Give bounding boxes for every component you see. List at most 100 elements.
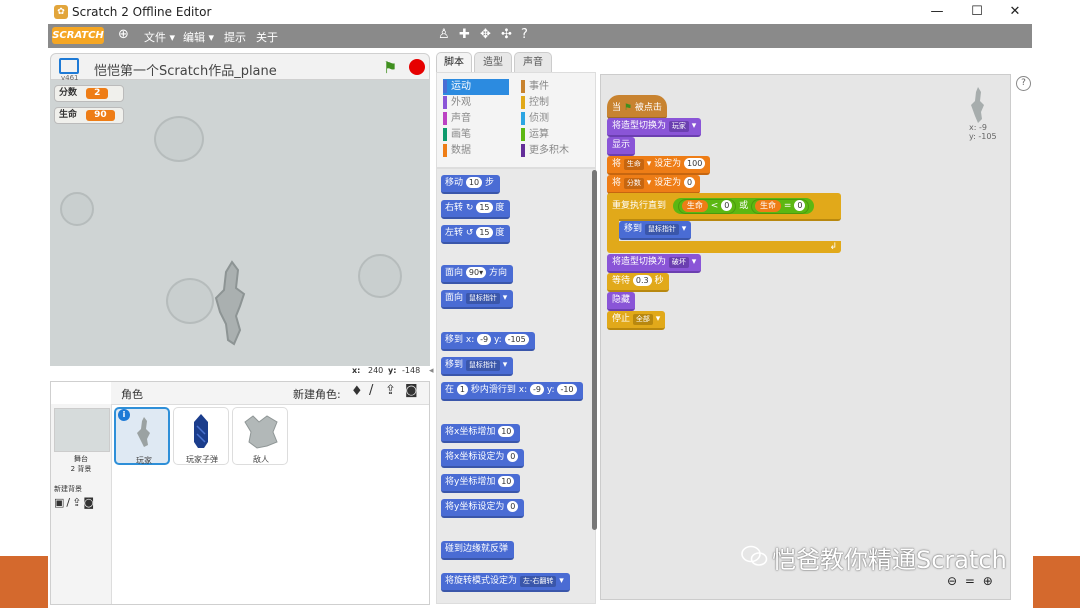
menu-edit[interactable]: 编辑 ▾ — [183, 29, 214, 45]
duplicate-icon[interactable]: ♙ — [438, 27, 450, 42]
coord-y-value: -148 — [402, 366, 421, 375]
close-button[interactable]: ✕ — [996, 0, 1034, 24]
sprite-pane: 角色 新建角色: ♦ / ⇪ ◙ 舞台 2 背景 新建背景 ▣/⇪◙ i 玩家 … — [50, 381, 430, 605]
palette-scrollbar[interactable] — [592, 170, 597, 530]
block-palette: 移动 10 步 右转 ↻ 15 度 左转 ↺ 15 度 面向 90▾ 方向 面向… — [436, 168, 596, 604]
stage-thumbnail[interactable] — [54, 408, 110, 452]
delete-icon[interactable]: ✚ — [459, 27, 470, 42]
block-categories: 运动 外观 声音 画笔 数据 事件 控制 侦测 运算 更多积木 — [436, 72, 596, 168]
category-operators[interactable]: 运算 — [521, 127, 569, 143]
block-when-flag-clicked[interactable]: 当 ⚑ 被点击 — [607, 95, 667, 119]
scratch-logo[interactable]: SCRATCH — [52, 27, 104, 44]
block-turn-right[interactable]: 右转 ↻ 15 度 — [441, 200, 511, 219]
tab-sounds[interactable]: 声音 — [514, 52, 552, 73]
menu-about[interactable]: 关于 — [256, 29, 278, 45]
help-question-icon[interactable]: ? — [1016, 76, 1031, 91]
paint-sprite-icon[interactable]: / — [369, 383, 373, 398]
asteroid — [166, 278, 214, 324]
player-sprite[interactable] — [210, 258, 254, 348]
fullscreen-icon[interactable] — [59, 58, 79, 74]
tab-costumes[interactable]: 造型 — [474, 52, 512, 73]
category-pen[interactable]: 画笔 — [443, 127, 509, 143]
or-condition: 生命 < 0 或 生命 = 0 — [672, 198, 815, 214]
category-motion[interactable]: 运动 — [443, 79, 509, 95]
block-bounce[interactable]: 碰到边缘就反弹 — [441, 541, 515, 560]
project-title[interactable]: 恺恺第一个Scratch作品_plane — [94, 60, 277, 79]
block-show[interactable]: 显示 — [607, 137, 636, 156]
stop-icon[interactable] — [409, 59, 425, 75]
block-stop[interactable]: 停止 全部 ▾ — [607, 311, 666, 330]
upload-sprite-icon[interactable]: ⇪ — [385, 383, 396, 398]
shrink-icon[interactable]: ✣ — [501, 27, 512, 42]
block-hide[interactable]: 隐藏 — [607, 292, 636, 311]
green-flag-icon[interactable]: ⚑ — [383, 58, 397, 77]
help-icon[interactable]: ? — [521, 27, 528, 42]
sprite-thumb-player[interactable]: i 玩家 — [114, 407, 170, 465]
stage-label: 舞台 — [74, 455, 88, 463]
script-area[interactable]: 当 ⚑ 被点击 将造型切换为 玩家 ▾ 显示 将 生命 ▾ 设定为 100 将 … — [600, 74, 1011, 600]
rotate-left-icon: ↺ — [465, 228, 474, 238]
block-switch-costume-2[interactable]: 将造型切换为 破坏 ▾ — [607, 254, 702, 273]
menu-tips[interactable]: 提示 — [224, 29, 246, 45]
script-scrollbar[interactable] — [1013, 74, 1031, 600]
tab-scripts[interactable]: 脚本 — [436, 52, 472, 73]
repeat-until-block[interactable]: 重复执行直到 生命 < 0 或 生命 = 0 移到 鼠标指针 ▾ ↲ — [607, 193, 841, 253]
equals-condition: 生命 = 0 — [751, 199, 810, 214]
block-set-life[interactable]: 将 生命 ▾ 设定为 100 — [607, 156, 711, 175]
block-wait[interactable]: 等待 0.3 秒 — [607, 273, 669, 292]
block-point-direction[interactable]: 面向 90▾ 方向 — [441, 265, 513, 284]
block-goto[interactable]: 移到 鼠标指针 ▾ — [441, 357, 514, 376]
block-set-x[interactable]: 将x坐标设定为 0 — [441, 449, 525, 468]
category-events[interactable]: 事件 — [521, 79, 569, 95]
block-change-y[interactable]: 将y坐标增加 10 — [441, 474, 521, 493]
block-glide[interactable]: 在 1 秒内滑行到 x: -9 y: -10 — [441, 382, 583, 401]
category-more-blocks[interactable]: 更多积木 — [521, 143, 569, 159]
category-column-right: 事件 控制 侦测 运算 更多积木 — [521, 79, 569, 159]
category-sensing[interactable]: 侦测 — [521, 111, 569, 127]
block-goto-xy[interactable]: 移到 x: -9 y: -105 — [441, 332, 535, 351]
block-change-x[interactable]: 将x坐标增加 10 — [441, 424, 521, 443]
category-data[interactable]: 数据 — [443, 143, 509, 159]
monitor-value: 90 — [86, 110, 115, 121]
zoom-out-icon[interactable]: ⊖ — [947, 574, 957, 588]
app-icon: ✿ — [54, 5, 68, 19]
sprite-library-icon[interactable]: ♦ — [351, 384, 363, 399]
category-control[interactable]: 控制 — [521, 95, 569, 111]
block-switch-costume[interactable]: 将造型切换为 玩家 ▾ — [607, 118, 702, 137]
zoom-reset-button[interactable]: = — [965, 574, 975, 588]
sprite-name: 敌人 — [253, 455, 269, 464]
block-set-y[interactable]: 将y坐标设定为 0 — [441, 499, 525, 518]
stage-thumbnail-column: 舞台 2 背景 新建背景 ▣/⇪◙ — [51, 404, 112, 604]
bullet-thumb-icon — [194, 414, 208, 448]
repeat-until-header: 重复执行直到 生命 < 0 或 生命 = 0 — [607, 193, 841, 221]
coord-y-label: y: — [388, 366, 397, 375]
block-point-towards[interactable]: 面向 鼠标指针 ▾ — [441, 290, 514, 309]
sprite-x-info: x: -9 — [969, 123, 987, 132]
block-set-score[interactable]: 将 分数 ▾ 设定为 0 — [607, 175, 701, 194]
stage-canvas[interactable]: 分数 2 生命 90 — [50, 80, 430, 366]
minimize-button[interactable]: — — [918, 0, 956, 24]
sprite-thumb-bullet[interactable]: 玩家子弹 — [173, 407, 229, 465]
zoom-in-icon[interactable]: ⊕ — [983, 574, 993, 588]
backdrop-tools-icons[interactable]: ▣/⇪◙ — [54, 496, 96, 509]
block-move-steps[interactable]: 移动 10 步 — [441, 175, 500, 194]
stage-header: v461 恺恺第一个Scratch作品_plane ⚑ — [50, 53, 430, 82]
monitor-score: 分数 2 — [54, 85, 124, 102]
monitor-value: 2 — [86, 88, 109, 99]
info-icon[interactable]: i — [118, 409, 130, 421]
maximize-button[interactable]: ☐ — [958, 0, 996, 24]
block-rotation-style[interactable]: 将旋转模式设定为 左-右翻转 ▾ — [441, 573, 570, 592]
collapse-arrow-icon[interactable]: ◂ — [429, 366, 434, 376]
grow-icon[interactable]: ✥ — [480, 27, 491, 42]
sprite-thumb-enemy[interactable]: 敌人 — [232, 407, 288, 465]
category-sound[interactable]: 声音 — [443, 111, 509, 127]
globe-icon[interactable]: ⊕ — [118, 27, 129, 42]
menu-file[interactable]: 文件 ▾ — [144, 29, 175, 45]
block-turn-left[interactable]: 左转 ↺ 15 度 — [441, 225, 511, 244]
camera-sprite-icon[interactable]: ◙ — [405, 383, 418, 398]
category-looks[interactable]: 外观 — [443, 95, 509, 111]
sprites-label: 角色 — [121, 388, 143, 401]
block-goto-mouse[interactable]: 移到 鼠标指针 ▾ — [619, 221, 692, 240]
coord-x-label: x: — [352, 366, 361, 375]
monitor-label: 生命 — [59, 110, 78, 120]
